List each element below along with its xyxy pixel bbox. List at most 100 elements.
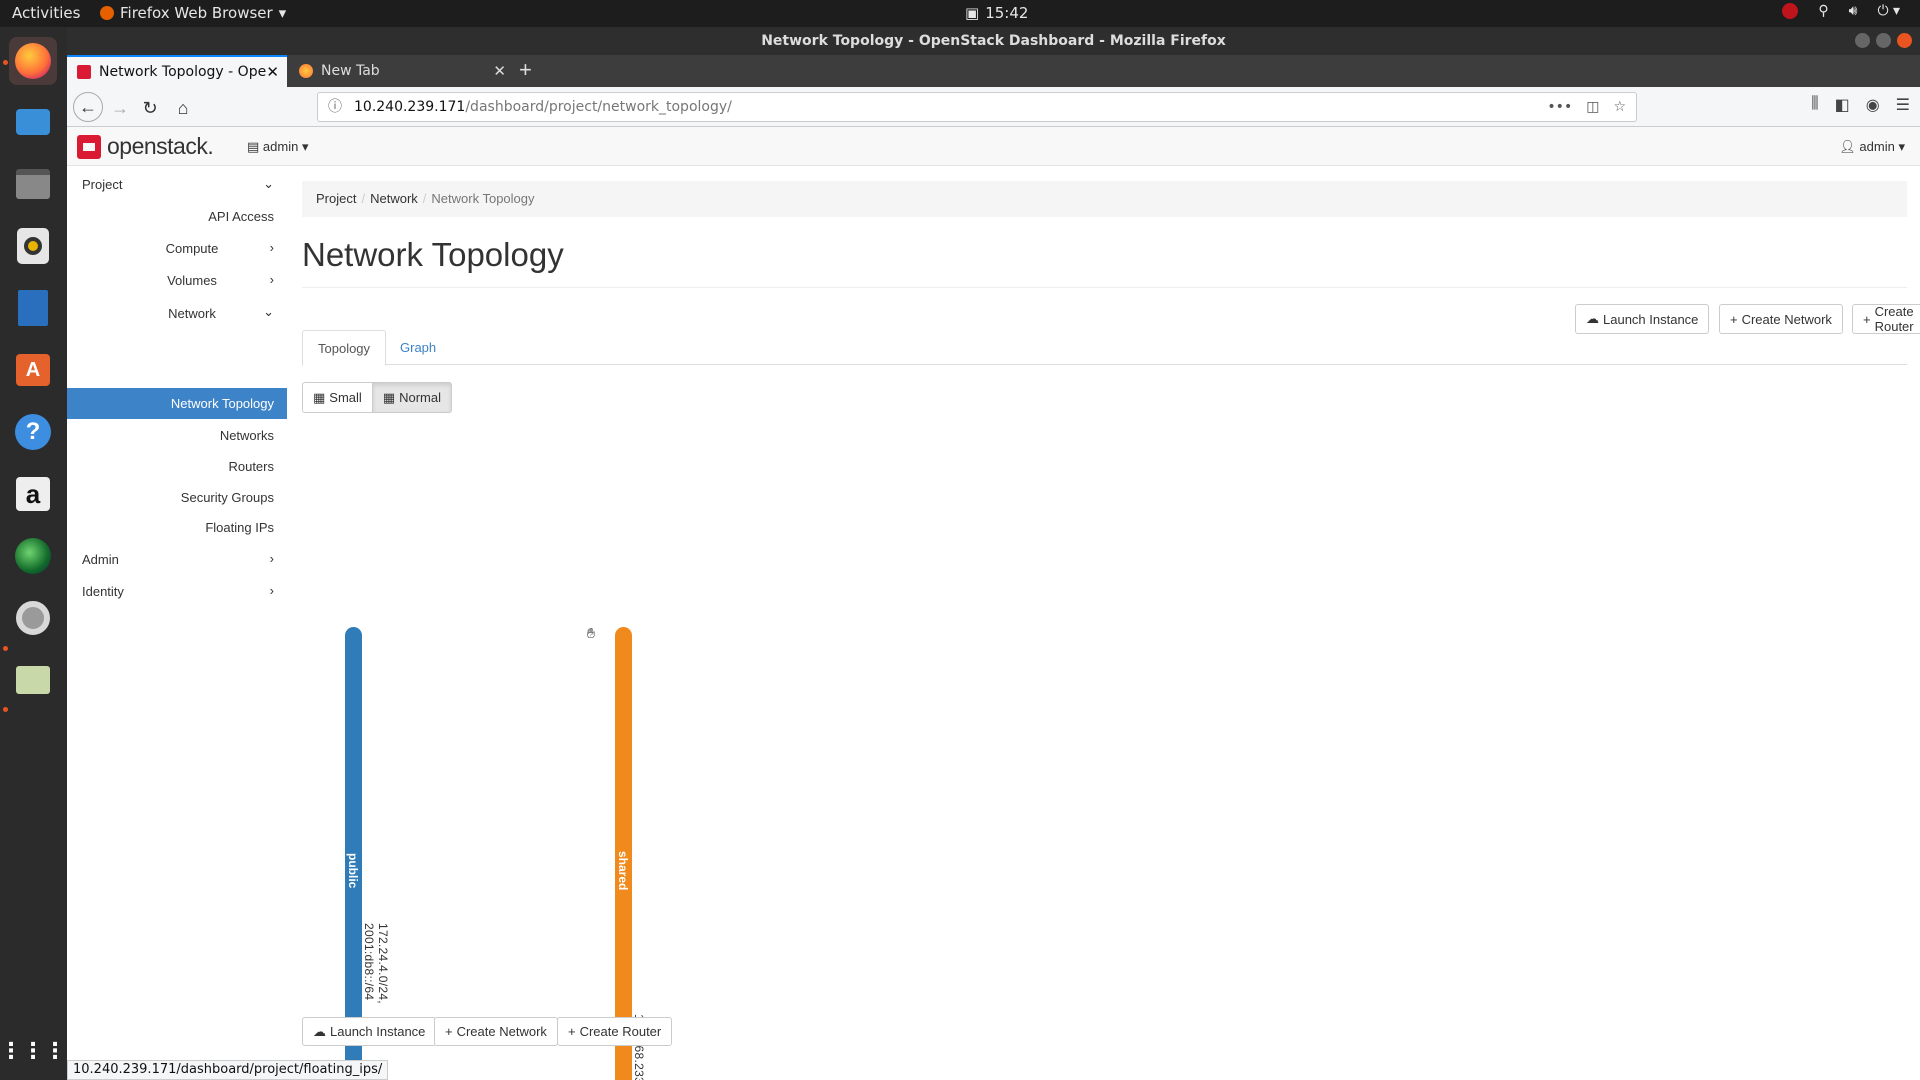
sidebar-item-network[interactable]: Network	[142, 306, 242, 321]
back-icon[interactable]: ←	[73, 92, 103, 122]
new-tab-icon[interactable]: +	[519, 57, 532, 83]
sidebar-item-network-topology[interactable]: Network Topology	[67, 388, 287, 419]
button-label: Normal	[399, 390, 442, 405]
files-dock-icon[interactable]	[9, 160, 57, 208]
hand-cursor-icon: ✋︎	[587, 625, 595, 641]
activities-button[interactable]: Activities	[12, 4, 80, 22]
button-label: Create Router	[579, 1024, 662, 1039]
openstack-logo[interactable]: openstack.	[77, 133, 214, 160]
close-tab-icon[interactable]: ✕	[266, 63, 279, 81]
help-dock-icon[interactable]: ?	[9, 408, 57, 456]
pocket-icon[interactable]: ◫	[1586, 93, 1599, 121]
close-tab-icon[interactable]: ✕	[493, 62, 506, 80]
normal-size-button[interactable]: ▦ Normal	[372, 382, 453, 413]
sidebar-item-routers[interactable]: Routers	[228, 459, 274, 474]
bookmark-star-icon[interactable]: ☆	[1613, 93, 1626, 121]
clock[interactable]: ▣ 15:42	[965, 4, 1028, 22]
site-info-icon[interactable]: ⓘ	[328, 93, 342, 121]
rhythmbox-dock-icon[interactable]	[9, 222, 57, 270]
tab-graph[interactable]: Graph	[385, 330, 451, 366]
firefox-dock-icon[interactable]	[9, 37, 57, 85]
sidebar-toggle-icon[interactable]: ◧	[1835, 95, 1850, 115]
sidebar-item-admin[interactable]: Admin	[82, 552, 119, 567]
caret-down-icon: ▾	[1898, 139, 1905, 154]
breadcrumb-project[interactable]: Project	[316, 191, 356, 206]
user-menu[interactable]: 👤︎ admin ▾	[1839, 139, 1905, 155]
user-icon: 👤︎	[1839, 139, 1856, 154]
size-toggle: ▦ Small ▦ Normal	[302, 382, 453, 413]
sidebar-item-networks[interactable]: Networks	[220, 428, 274, 443]
firefox-window: Network Topology - OpenStack Dashboard -…	[67, 27, 1920, 1080]
sidebar-item-project[interactable]: Project	[82, 177, 122, 192]
account-icon[interactable]: ◉	[1866, 95, 1880, 115]
link-status-bar: 10.240.239.171/dashboard/project/floatin…	[67, 1060, 389, 1080]
minimize-button[interactable]	[1855, 33, 1870, 48]
tab-strip: Network Topology - Ope ✕ New Tab ✕ +	[67, 55, 1920, 87]
hamburger-menu-icon[interactable]: ☰	[1896, 95, 1910, 115]
clock-time: 15:42	[985, 4, 1029, 22]
amazon-dock-icon[interactable]: a	[9, 470, 57, 518]
settings-dock-icon[interactable]	[9, 594, 57, 642]
volume-icon: 🔊︎	[1848, 3, 1858, 19]
openstack-header: openstack. ▤ admin ▾ 👤︎ admin ▾	[67, 127, 1920, 166]
create-network-button-bottom[interactable]: + Create Network	[434, 1017, 558, 1046]
app-menu[interactable]: Firefox Web Browser ▾	[100, 4, 286, 22]
grid-large-icon: ▦	[382, 389, 396, 405]
chevron-down-icon[interactable]: ⌄	[263, 304, 274, 320]
show-apps-icon[interactable]: ⋮⋮⋮	[0, 1027, 66, 1075]
home-icon[interactable]: ⌂	[170, 95, 196, 121]
button-label: Launch Instance	[330, 1024, 426, 1039]
breadcrumb-network[interactable]: Network	[370, 191, 418, 206]
calendar-icon: ▣	[965, 4, 980, 22]
writer-dock-icon[interactable]	[9, 284, 57, 332]
tab-topology[interactable]: Topology	[302, 330, 387, 366]
openstack-logo-icon	[77, 134, 101, 159]
sidebar-item-security-groups[interactable]: Security Groups	[181, 490, 274, 505]
reload-icon[interactable]: ↻	[137, 95, 163, 121]
power-icon: ⏻ ▾	[1877, 3, 1900, 19]
window-titlebar: Network Topology - OpenStack Dashboard -…	[67, 27, 1920, 55]
chevron-right-icon[interactable]: ›	[270, 240, 274, 255]
sidebar-item-volumes[interactable]: Volumes	[142, 273, 242, 288]
page-title: Network Topology	[302, 236, 564, 273]
record-indicator-icon	[1782, 3, 1799, 19]
network-name-shared: shared	[616, 851, 630, 891]
plus-icon: +	[445, 1024, 453, 1039]
system-tray[interactable]: ⚲ 🔊︎ ⏻ ▾	[1782, 3, 1900, 19]
chevron-right-icon[interactable]: ›	[270, 272, 274, 287]
plus-icon: +	[568, 1024, 576, 1039]
software-center-dock-icon[interactable]: A	[9, 346, 57, 394]
topology-canvas: public 172.24.4.0/24, 2001:db8::/64 shar…	[302, 431, 702, 1080]
sidebar-item-api-access[interactable]: API Access	[208, 209, 274, 224]
library-icon[interactable]: ⫼	[1811, 95, 1818, 115]
sidebar-item-compute[interactable]: Compute	[142, 241, 242, 256]
sidebar-item-floating-ips[interactable]: Floating IPs	[205, 520, 274, 535]
project-icon: ▤	[247, 139, 260, 154]
network-icon: ⚲	[1818, 3, 1829, 19]
navigation-toolbar: ← → ↻ ⌂ ⓘ 10.240.239.171/dashboard/proje…	[67, 87, 1920, 127]
url-bar[interactable]: ⓘ 10.240.239.171/dashboard/project/netwo…	[317, 92, 1637, 122]
launch-instance-button-bottom[interactable]: ☁ Launch Instance	[302, 1017, 437, 1046]
small-size-button[interactable]: ▦ Small	[302, 382, 373, 413]
running-indicator	[3, 60, 8, 65]
divider	[302, 287, 1907, 288]
globe-dock-icon[interactable]	[9, 532, 57, 580]
page-actions-icon[interactable]: •••	[1547, 93, 1572, 121]
thunderbird-dock-icon[interactable]	[9, 98, 57, 146]
breadcrumb-current: Network Topology	[431, 191, 535, 206]
chevron-right-icon[interactable]: ›	[270, 583, 274, 598]
forward-icon[interactable]: →	[107, 95, 133, 121]
sidebar-item-identity[interactable]: Identity	[82, 584, 124, 599]
close-window-button[interactable]	[1897, 33, 1912, 48]
tab-network-topology[interactable]: Network Topology - Ope ✕	[67, 55, 287, 87]
screenshot-dock-icon[interactable]	[9, 656, 57, 704]
tab-new-tab[interactable]: New Tab ✕	[289, 55, 514, 87]
chevron-right-icon[interactable]: ›	[270, 551, 274, 566]
url-host: 10.240.239.171	[354, 99, 466, 115]
chevron-down-icon[interactable]: ⌄	[263, 176, 274, 192]
cloud-upload-icon: ☁	[313, 1023, 326, 1039]
create-router-button-bottom[interactable]: + Create Router	[557, 1017, 673, 1046]
button-label: Create Network	[1741, 311, 1832, 327]
project-selector[interactable]: ▤ admin ▾	[247, 139, 309, 155]
maximize-button[interactable]	[1876, 33, 1891, 48]
